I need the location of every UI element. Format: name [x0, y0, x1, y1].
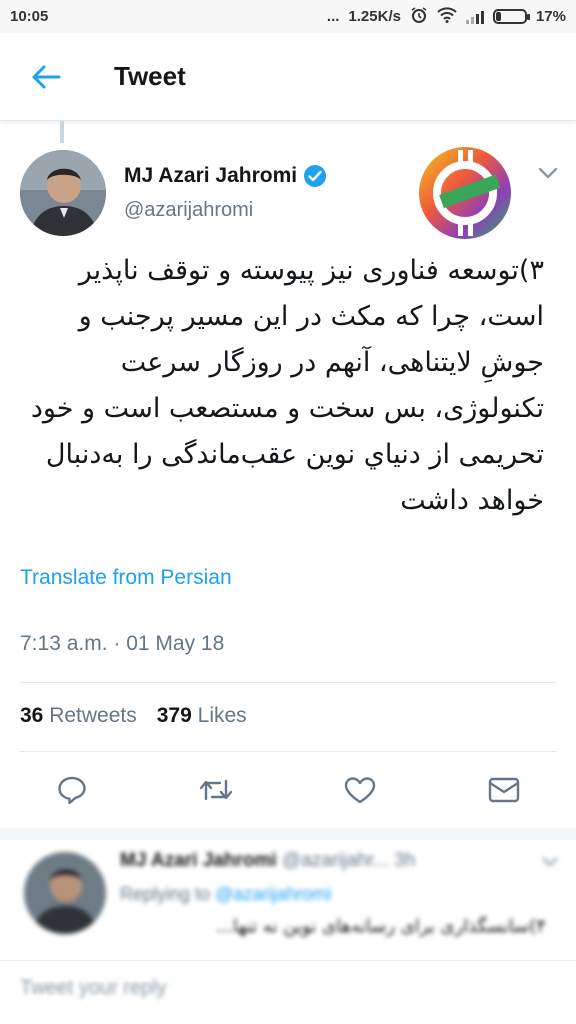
- arrow-left-icon: [32, 65, 61, 88]
- likes-count: 379: [156, 704, 192, 727]
- reply-avatar[interactable]: [24, 852, 106, 934]
- chevron-down-icon: [538, 167, 558, 179]
- network-speed: 1.25K/s: [348, 8, 401, 25]
- reply-options-button[interactable]: [540, 854, 560, 875]
- signal-icon: [465, 10, 484, 24]
- reply-author-name: MJ Azari Jahromi: [120, 850, 277, 871]
- likes-stat[interactable]: 379 Likes: [157, 704, 247, 728]
- status-bar: 10:05 ... 1.25K/s 17%: [0, 0, 576, 33]
- mail-icon: [488, 777, 520, 803]
- app-header: Tweet: [0, 33, 576, 121]
- section-separator: [0, 828, 576, 840]
- tweet-timestamp: 7:13 a.m. · 01 May 18: [20, 632, 225, 655]
- reply-tweet[interactable]: MJ Azari Jahromi @azarijahr... 3h Replyi…: [0, 840, 576, 960]
- author-handle[interactable]: @azarijahromi: [124, 199, 253, 222]
- reply-input[interactable]: Tweet your reply: [20, 977, 540, 1009]
- author-name[interactable]: MJ Azari Jahromi: [124, 164, 327, 188]
- thread-line: [60, 121, 64, 143]
- tweet-action-bar: [0, 770, 576, 814]
- retweet-button[interactable]: [196, 770, 236, 810]
- status-dots: ...: [326, 8, 340, 25]
- battery-icon: [492, 9, 530, 24]
- reply-composer: Tweet your reply: [0, 960, 576, 1024]
- reply-author: MJ Azari Jahromi @azarijahr... 3h: [120, 850, 415, 872]
- wifi-icon: [437, 6, 457, 27]
- verified-badge-icon: [304, 165, 327, 187]
- heart-icon: [344, 777, 376, 804]
- retweets-label: Retweets: [49, 704, 137, 727]
- reply-time: 3h: [394, 850, 416, 871]
- retweet-icon: [199, 779, 233, 801]
- direct-message-button[interactable]: [484, 770, 524, 810]
- reply-text: ۴)سانسگذاری برای رسانه‌های نوین نه تنها.…: [215, 916, 546, 937]
- retweets-count: 36: [20, 704, 44, 727]
- reply-author-handle: @azarijahr...: [281, 850, 389, 871]
- page-title: Tweet: [114, 61, 186, 91]
- status-time: 10:05: [10, 8, 49, 25]
- replying-to: Replying to @azarijahromi: [120, 884, 331, 905]
- back-button[interactable]: [16, 47, 76, 107]
- divider: [20, 751, 556, 752]
- like-button[interactable]: [340, 770, 380, 810]
- reply-icon: [58, 776, 86, 805]
- status-icons: ... 1.25K/s 17%: [327, 6, 566, 28]
- divider: [20, 682, 556, 683]
- author-avatar[interactable]: [20, 150, 106, 236]
- likes-label: Likes: [197, 704, 247, 727]
- watermark-logo: [418, 146, 512, 240]
- retweets-stat[interactable]: 36 Retweets: [20, 704, 137, 728]
- alarm-icon: [410, 6, 428, 28]
- tweet-stats: 36 Retweets 379 Likes: [20, 704, 247, 728]
- tweet-options-button[interactable]: [536, 163, 560, 183]
- battery-percent: 17%: [535, 8, 566, 25]
- tweet-text: ۳)توسعه فناوری نیز پیوسته و توقف ناپذیر …: [30, 255, 544, 516]
- chevron-down-icon: [542, 857, 558, 867]
- replying-to-prefix: Replying to: [120, 884, 211, 904]
- translate-link[interactable]: Translate from Persian: [20, 566, 232, 590]
- reply-button[interactable]: [52, 770, 92, 810]
- author-name-text: MJ Azari Jahromi: [124, 164, 298, 187]
- replying-to-handle[interactable]: @azarijahromi: [215, 884, 331, 904]
